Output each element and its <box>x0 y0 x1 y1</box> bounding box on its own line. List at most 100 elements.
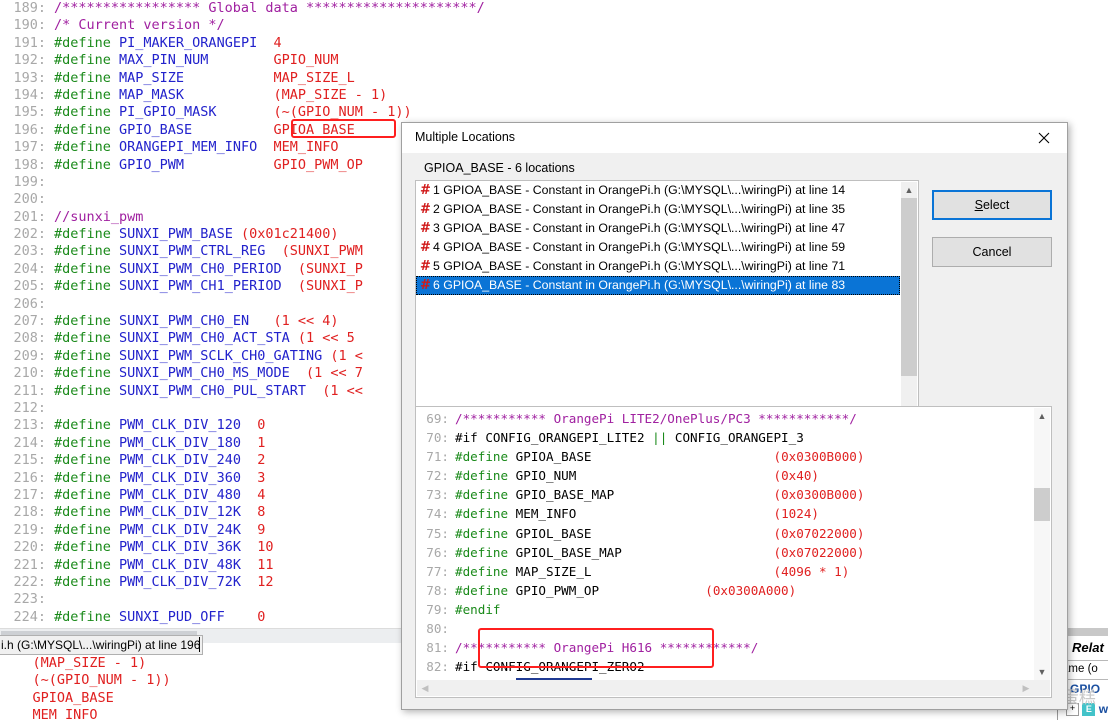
code-token: PWM_CLK_DIV_360 <box>119 469 241 486</box>
line-number: 194: <box>13 86 46 103</box>
code-token: (0x07022000) <box>773 544 865 560</box>
code-token: /***************** Global data *********… <box>54 0 485 16</box>
preview-vscroll-thumb[interactable] <box>1034 488 1050 521</box>
list-item[interactable]: #2 GPIOA_BASE - Constant in OrangePi.h (… <box>416 200 900 219</box>
code-line: 73: #define GPIO_BASE_MAP (0x0300B000) <box>416 485 1033 504</box>
list-item[interactable]: #3 GPIOA_BASE - Constant in OrangePi.h (… <box>416 219 900 238</box>
code-token: #define <box>54 260 120 277</box>
line-number: 213: <box>13 417 46 434</box>
list-item[interactable]: #6 GPIOA_BASE - Constant in OrangePi.h (… <box>416 276 900 295</box>
code-token: 12 <box>257 573 274 590</box>
code-token: #define <box>54 104 120 121</box>
list-item-label: 6 GPIOA_BASE - Constant in OrangePi.h (G… <box>433 278 846 292</box>
scroll-up-icon[interactable]: ▲ <box>901 182 917 198</box>
code-line: 69: /*********** OrangePi LITE2/OnePlus/P… <box>416 409 1033 428</box>
close-glyph <box>1038 132 1050 144</box>
editor-tooltip: i.h (G:\MYSQL\...\wiringPi) at line 196 <box>0 635 203 655</box>
line-number: 215: <box>13 452 46 469</box>
code-token: PWM_CLK_DIV_24K <box>119 521 241 538</box>
line-number: 223: <box>13 591 46 608</box>
line-number: 192: <box>13 52 46 69</box>
line-number: 206: <box>13 295 46 312</box>
code-token: GPIO_NUM <box>515 468 577 484</box>
code-token: #define <box>54 417 120 434</box>
code-preview-pane[interactable]: 69: /*********** OrangePi LITE2/OnePlus/P… <box>415 406 1052 698</box>
cancel-button[interactable]: Cancel <box>932 237 1052 267</box>
code-token: #define <box>54 313 120 330</box>
code-token: GPIOA_BASE <box>0 689 114 706</box>
code-line: 82: #if CONFIG_ORANGEPI_ZERO2 <box>416 657 1033 676</box>
select-button-accel: S <box>974 198 983 212</box>
select-button[interactable]: Select <box>932 190 1052 220</box>
code-token: #define <box>54 121 120 138</box>
line-number: 211: <box>13 382 46 399</box>
related-panel-row-2[interactable]: + E wi <box>1066 702 1108 717</box>
preview-horizontal-scrollbar[interactable]: ◀ ▶ <box>417 680 1034 696</box>
code-token: 11 <box>257 556 274 573</box>
code-token: SUNXI_PWM_CH0_PERIOD <box>119 260 282 277</box>
line-number: 195: <box>13 104 46 121</box>
list-item[interactable]: #4 GPIOA_BASE - Constant in OrangePi.h (… <box>416 238 900 257</box>
code-token: 0 <box>257 608 266 625</box>
code-token: #if CONFIG_ORANGEPI_LITE2 <box>455 430 653 446</box>
code-line: 192: #define MAX_PIN_NUM GPIO_NUM <box>0 52 1108 69</box>
code-token: SUNXI_PWM_SCLK_CH0_GATING <box>119 347 323 364</box>
code-token: (0x07022000) <box>773 525 865 541</box>
code-token: (4096 * 1) <box>773 563 850 579</box>
list-vscroll-thumb[interactable] <box>901 198 917 376</box>
preview-vertical-scrollbar[interactable]: ▲ ▼ <box>1034 408 1050 680</box>
code-token: /* Current version */ <box>54 17 225 34</box>
line-number: 212: <box>13 399 46 416</box>
code-token: SUNXI_PWM_BASE <box>119 226 233 243</box>
code-token: PWM_CLK_DIV_12K <box>119 504 241 521</box>
code-token: #define <box>455 468 516 484</box>
code-line: 78: #define GPIO_PWM_OP (0x0300A000) <box>416 581 1033 600</box>
code-token: MEM_INFO <box>0 707 98 720</box>
dialog-title: Multiple Locations <box>415 130 516 144</box>
preview-scroll-left-icon[interactable]: ◀ <box>417 680 433 696</box>
code-token: PWM_CLK_DIV_120 <box>119 417 241 434</box>
list-item[interactable]: #5 GPIOA_BASE - Constant in OrangePi.h (… <box>416 257 900 276</box>
line-number: 191: <box>13 34 46 51</box>
code-token: CONFIG_ORANGEPI_3 <box>667 430 804 446</box>
code-token: PI_MAKER_ORANGEPI <box>119 34 258 51</box>
preview-scroll-down-icon[interactable]: ▼ <box>1034 664 1050 680</box>
code-token: #define <box>54 330 120 347</box>
code-token: 9 <box>257 521 266 538</box>
preview-scroll-right-icon[interactable]: ▶ <box>1018 680 1034 696</box>
dialog-titlebar[interactable]: Multiple Locations <box>402 123 1067 153</box>
list-item-label: 2 GPIOA_BASE - Constant in OrangePi.h (G… <box>433 202 846 216</box>
line-number: 77: <box>426 563 449 579</box>
line-number: 208: <box>13 330 46 347</box>
code-token: SUNXI_PWM_CH0_PUL_START <box>119 382 306 399</box>
list-item[interactable]: #1 GPIOA_BASE - Constant in OrangePi.h (… <box>416 181 900 200</box>
code-token: GPIO_BASE_MAP <box>515 487 615 503</box>
code-line: 193: #define MAP_SIZE MAP_SIZE_L <box>0 70 1108 87</box>
code-token: (0x01c21400) <box>240 226 339 243</box>
code-token: (MAP_SIZE - 1) <box>0 655 147 671</box>
close-icon[interactable] <box>1021 123 1067 153</box>
code-line: 77: #define MAP_SIZE_L (4096 * 1) <box>416 562 1033 581</box>
code-token: 4 <box>257 486 266 503</box>
line-number: 200: <box>13 191 46 208</box>
line-number: 193: <box>13 69 46 86</box>
preview-scroll-up-icon[interactable]: ▲ <box>1034 408 1050 424</box>
code-line: 194: #define MAP_MASK (MAP_SIZE - 1) <box>0 87 1108 104</box>
line-number: 74: <box>426 506 449 522</box>
code-token: /*********** OrangePi H616 ************/ <box>455 640 759 656</box>
code-token: #define <box>54 365 120 382</box>
code-line: 80: <box>416 619 1033 638</box>
code-token: #define <box>54 243 120 260</box>
multiple-locations-dialog[interactable]: Multiple Locations GPIOA_BASE - 6 locati… <box>401 122 1068 710</box>
